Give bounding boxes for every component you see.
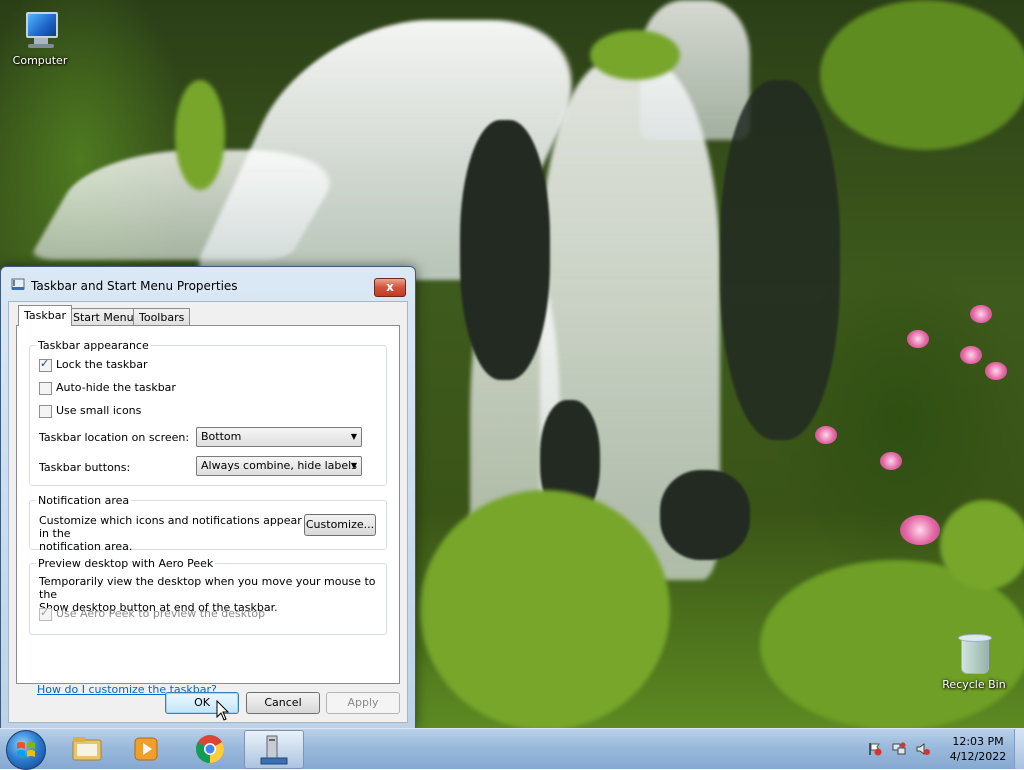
- taskbar-properties-icon: [11, 278, 25, 290]
- wallpaper-moss: [175, 80, 225, 190]
- group-title: Taskbar appearance: [36, 339, 151, 352]
- chevron-down-icon: ▼: [350, 461, 357, 470]
- taskbar-button-chrome[interactable]: [181, 730, 239, 767]
- wallpaper-moss: [590, 30, 680, 80]
- taskbar-buttons-value: Always combine, hide labels: [201, 459, 357, 472]
- clock-time[interactable]: 12:03 PM: [948, 735, 1008, 748]
- desktop-icon-recycle-bin[interactable]: Recycle Bin: [934, 632, 1014, 691]
- group-taskbar-appearance: Taskbar appearance Lock the taskbar Auto…: [29, 339, 387, 486]
- taskbar-properties-dialog: Taskbar and Start Menu Properties x Task…: [0, 266, 416, 729]
- taskbar: 12:03 PM 4/12/2022: [0, 728, 1024, 770]
- windows-start-icon: [17, 742, 35, 757]
- wallpaper-moss: [940, 500, 1024, 590]
- group-title: Notification area: [36, 494, 132, 507]
- cancel-button[interactable]: Cancel: [246, 692, 320, 714]
- group-title: Preview desktop with Aero Peek: [36, 557, 216, 570]
- checkbox-checked-icon: [39, 605, 52, 621]
- checkbox-unchecked-icon: [39, 404, 52, 418]
- clock-date[interactable]: 4/12/2022: [948, 750, 1008, 763]
- location-value: Bottom: [201, 430, 242, 443]
- checkbox-label: Use Aero Peek to preview the desktop: [56, 607, 266, 620]
- wallpaper-rock: [460, 120, 550, 380]
- apply-button[interactable]: Apply: [326, 692, 400, 714]
- wallpaper-flower: [985, 362, 1007, 380]
- group-notification-area: Notification area Customize which icons …: [29, 494, 387, 553]
- checkbox-checked-icon: [39, 356, 52, 372]
- wallpaper-flower: [907, 330, 929, 348]
- description-line: Temporarily view the desktop when you mo…: [39, 575, 376, 601]
- checkbox-unchecked-icon: [39, 381, 52, 395]
- small-icons-checkbox[interactable]: Use small icons: [39, 403, 141, 419]
- wallpaper-moss: [420, 490, 670, 728]
- wallpaper-flower: [900, 515, 940, 545]
- chrome-icon: [196, 735, 224, 763]
- file-explorer-icon: [72, 737, 102, 761]
- checkbox-label: Use small icons: [56, 404, 142, 417]
- dialog-title: Taskbar and Start Menu Properties: [31, 279, 238, 293]
- taskbar-button-file-explorer[interactable]: [58, 730, 116, 767]
- tab-taskbar[interactable]: Taskbar: [18, 305, 72, 326]
- taskbar-button-taskbar-properties[interactable]: [244, 730, 304, 769]
- recycle-bin-icon: [958, 632, 992, 674]
- description-line: Customize which icons and notifications …: [39, 514, 302, 540]
- network-icon[interactable]: [892, 742, 906, 756]
- wallpaper-moss: [820, 0, 1024, 150]
- wallpaper-flower: [880, 452, 902, 470]
- dialog-client-area: Taskbar Start Menu Toolbars Taskbar appe…: [8, 301, 408, 723]
- desktop-icon-computer[interactable]: Computer: [0, 8, 80, 67]
- dialog-titlebar[interactable]: Taskbar and Start Menu Properties x: [1, 267, 415, 301]
- wallpaper-flower: [960, 346, 982, 364]
- wallpaper-flower: [970, 305, 992, 323]
- taskbar-button-media-player[interactable]: [118, 730, 176, 767]
- start-button[interactable]: [6, 730, 46, 770]
- desktop-icon-label: Computer: [12, 54, 68, 67]
- customize-button[interactable]: Customize...: [304, 514, 376, 536]
- desktop-icon-label: Recycle Bin: [942, 678, 1006, 691]
- group-aero-peek: Preview desktop with Aero Peek Temporari…: [29, 557, 387, 635]
- volume-muted-icon[interactable]: [916, 742, 930, 756]
- lock-taskbar-checkbox[interactable]: Lock the taskbar: [39, 356, 148, 373]
- checkbox-label: Auto-hide the taskbar: [56, 381, 176, 394]
- control-panel-icon: [260, 735, 288, 765]
- buttons-label: Taskbar buttons:: [39, 461, 131, 474]
- taskbar-buttons-dropdown[interactable]: Always combine, hide labels ▼: [196, 456, 362, 476]
- wallpaper-rock: [660, 470, 750, 560]
- mouse-cursor-icon: [216, 700, 230, 721]
- notification-description: Customize which icons and notifications …: [39, 514, 309, 553]
- aero-peek-checkbox[interactable]: Use Aero Peek to preview the desktop: [39, 605, 266, 622]
- location-dropdown[interactable]: Bottom ▼: [196, 427, 362, 447]
- checkbox-label: Lock the taskbar: [56, 358, 148, 371]
- close-button[interactable]: x: [374, 278, 406, 297]
- action-center-flag-icon[interactable]: [868, 742, 882, 756]
- description-line: notification area.: [39, 540, 133, 553]
- show-desktop-button[interactable]: [1014, 729, 1024, 769]
- computer-icon: [20, 8, 60, 50]
- tab-panel-taskbar: Taskbar appearance Lock the taskbar Auto…: [16, 325, 400, 696]
- location-label: Taskbar location on screen:: [39, 431, 190, 444]
- close-icon: x: [386, 280, 394, 294]
- auto-hide-checkbox[interactable]: Auto-hide the taskbar: [39, 380, 176, 396]
- wallpaper-rock: [720, 80, 840, 440]
- media-player-icon: [134, 737, 158, 761]
- chevron-down-icon: ▼: [350, 432, 357, 441]
- wallpaper-flower: [815, 426, 837, 444]
